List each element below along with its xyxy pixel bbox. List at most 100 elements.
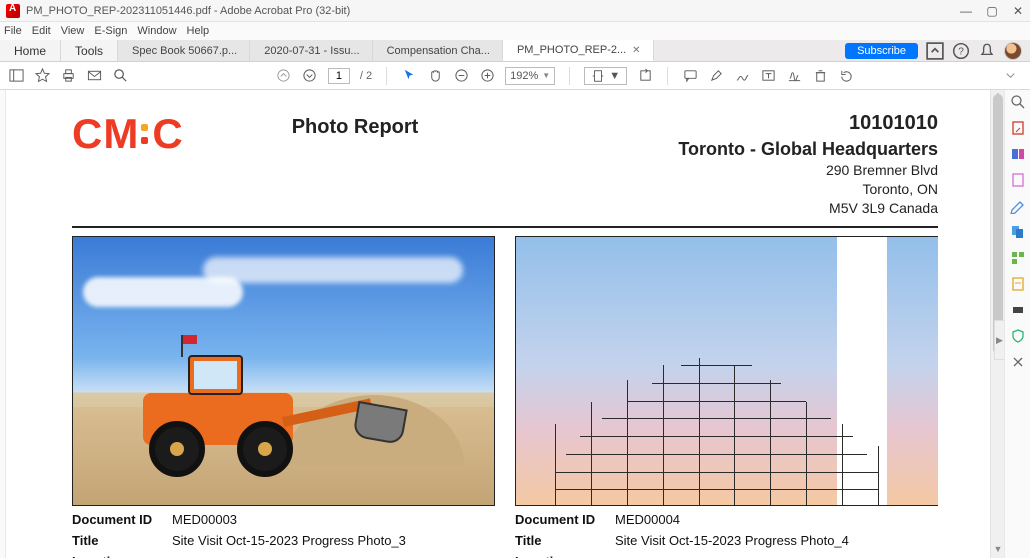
meta-value-docid: MED00004 [615, 512, 680, 527]
doctab-0[interactable]: Spec Book 50667.p... [118, 40, 250, 61]
print-icon[interactable] [60, 68, 76, 84]
search-rail-icon[interactable] [1010, 94, 1026, 110]
find-icon[interactable] [112, 68, 128, 84]
window-titlebar: PM_PHOTO_REP-202311051446.pdf - Adobe Ac… [0, 0, 1030, 22]
menu-file[interactable]: File [4, 25, 22, 37]
menu-edit[interactable]: Edit [32, 25, 51, 37]
organize-rail-icon[interactable] [1010, 250, 1026, 266]
create-pdf-rail-icon[interactable] [1010, 172, 1026, 188]
edit-pdf-rail-icon[interactable] [1010, 146, 1026, 162]
doctab-label: 2020-07-31 - Issu... [264, 45, 359, 57]
notifications-icon[interactable] [978, 42, 996, 60]
doctab-label: Compensation Cha... [387, 45, 490, 57]
document-viewport[interactable]: C M C Photo Report 10101010 Toronto - Gl… [6, 90, 1004, 558]
fit-width-select[interactable]: ▼ [584, 67, 627, 85]
photo-card: Document IDMED00004 TitleSite Visit Oct-… [515, 236, 938, 558]
scroll-down-arrow-icon[interactable]: ▼ [991, 544, 1004, 558]
doctab-2[interactable]: Compensation Cha... [373, 40, 503, 61]
tab-tools[interactable]: Tools [61, 40, 118, 61]
menu-view[interactable]: View [61, 25, 85, 37]
right-rail-collapse-button[interactable]: ▶ [994, 320, 1004, 360]
comment-icon[interactable] [682, 68, 698, 84]
workspace: C M C Photo Report 10101010 Toronto - Gl… [0, 90, 1030, 558]
doctab-label: PM_PHOTO_REP-2... [517, 44, 626, 56]
sign-icon[interactable] [786, 68, 802, 84]
company-logo: C M C [72, 110, 182, 158]
address-line: M5V 3L9 Canada [678, 199, 938, 218]
menu-window[interactable]: Window [137, 25, 176, 37]
close-icon[interactable]: ✕ [632, 45, 640, 56]
logo-letter: M [103, 110, 137, 158]
doctab-3[interactable]: PM_PHOTO_REP-2... ✕ [503, 40, 654, 61]
toolbar-separator [569, 67, 570, 85]
email-icon[interactable] [86, 68, 102, 84]
page-up-icon[interactable] [276, 68, 292, 84]
meta-label-location: Location [515, 554, 615, 558]
chevron-down-icon: ▼ [542, 71, 550, 80]
delete-icon[interactable] [812, 68, 828, 84]
logo-letter: C [72, 110, 101, 158]
subscribe-button[interactable]: Subscribe [845, 43, 918, 59]
tab-home[interactable]: Home [0, 40, 61, 61]
project-id: 10101010 [678, 110, 938, 137]
zoom-level-select[interactable]: 192% ▼ [505, 67, 555, 85]
toolbar-separator [386, 67, 387, 85]
draw-icon[interactable] [734, 68, 750, 84]
export-pdf-rail-icon[interactable] [1010, 120, 1026, 136]
more-tools-rail-icon[interactable] [1010, 354, 1026, 370]
report-title: Photo Report [292, 116, 419, 139]
window-close-button[interactable]: ✕ [1012, 4, 1024, 18]
rotate-icon[interactable] [637, 68, 653, 84]
right-rail [1004, 90, 1030, 558]
menubar: File Edit View E-Sign Window Help [0, 22, 1030, 40]
address-line: Toronto, ON [678, 180, 938, 199]
chevron-down-icon: ▼ [609, 70, 620, 82]
combine-rail-icon[interactable] [1010, 224, 1026, 240]
doctab-label: Spec Book 50667.p... [132, 45, 237, 57]
star-icon[interactable] [34, 68, 50, 84]
photo-image [515, 236, 938, 506]
meta-label-title: Title [515, 533, 615, 548]
meta-value-title: Site Visit Oct-15-2023 Progress Photo_3 [172, 533, 406, 548]
meta-value-title: Site Visit Oct-15-2023 Progress Photo_4 [615, 533, 849, 548]
menu-esign[interactable]: E-Sign [94, 25, 127, 37]
undo-icon[interactable] [838, 68, 854, 84]
zoom-in-icon[interactable] [479, 68, 495, 84]
comment-rail-icon[interactable] [1010, 198, 1026, 214]
hand-pan-icon[interactable] [427, 68, 443, 84]
photo-card: Document IDMED00003 TitleSite Visit Oct-… [72, 236, 495, 558]
meta-label-location: Location [72, 554, 172, 558]
window-minimize-button[interactable]: — [960, 4, 972, 18]
meta-label-docid: Document ID [72, 512, 172, 527]
page-total: / 2 [360, 70, 372, 82]
zoom-out-icon[interactable] [453, 68, 469, 84]
address-line: 290 Bremner Blvd [678, 161, 938, 180]
compress-rail-icon[interactable] [1010, 276, 1026, 292]
logo-dots [141, 124, 148, 144]
toolbar-overflow-icon[interactable] [1002, 68, 1018, 84]
sidebar-toggle-icon[interactable] [8, 68, 24, 84]
logo-letter: C [152, 110, 181, 158]
avatar[interactable] [1004, 42, 1022, 60]
doctab-1[interactable]: 2020-07-31 - Issu... [250, 40, 372, 61]
collaborate-icon[interactable] [926, 42, 944, 60]
toolbar-separator [667, 67, 668, 85]
page-down-icon[interactable] [302, 68, 318, 84]
zoom-value: 192% [510, 70, 538, 82]
protect-rail-icon[interactable] [1010, 328, 1026, 344]
meta-label-title: Title [72, 533, 172, 548]
help-icon[interactable]: ? [952, 42, 970, 60]
pdf-page: C M C Photo Report 10101010 Toronto - Gl… [40, 98, 970, 558]
highlight-icon[interactable] [708, 68, 724, 84]
page-number-input[interactable] [328, 68, 350, 84]
redact-rail-icon[interactable] [1010, 302, 1026, 318]
menu-help[interactable]: Help [187, 25, 210, 37]
meta-value-docid: MED00003 [172, 512, 237, 527]
scroll-thumb[interactable] [993, 94, 1003, 354]
meta-label-docid: Document ID [515, 512, 615, 527]
photo-image [72, 236, 495, 506]
text-annotation-icon[interactable] [760, 68, 776, 84]
window-maximize-button[interactable]: ▢ [986, 4, 998, 18]
svg-text:?: ? [958, 46, 964, 57]
select-arrow-icon[interactable] [401, 68, 417, 84]
